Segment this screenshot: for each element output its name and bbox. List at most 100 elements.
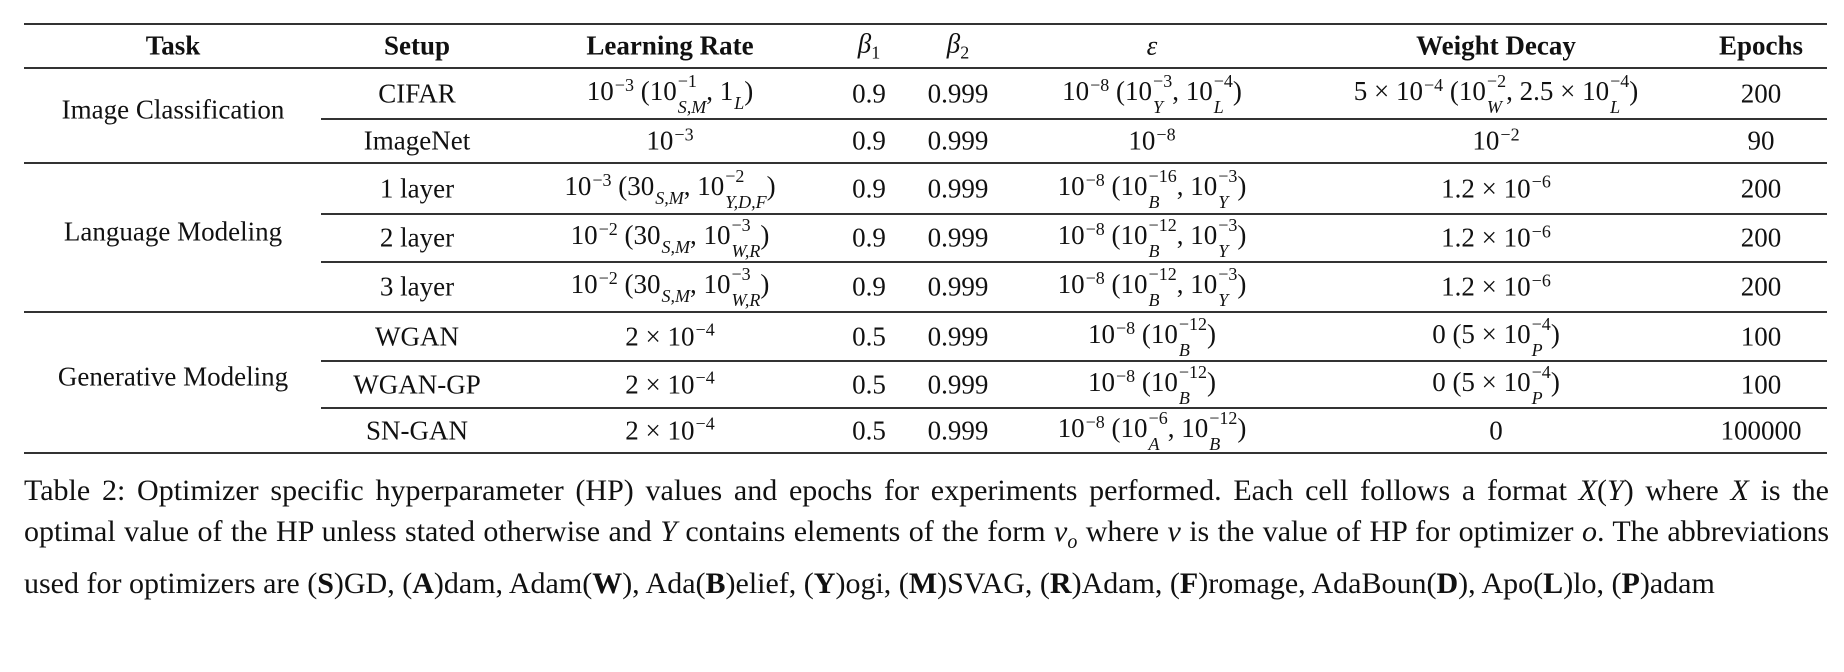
math-superscript: −4 [1424,74,1444,95]
caption-text: Table 2: Optimizer specific hyperparamet… [24,474,1579,507]
column-header: Weight Decay [1416,31,1576,62]
cell-text: 200 [1740,173,1782,203]
math-scripts: −3 [674,125,693,152]
epsilon-cell: 10 −8 (10 −12 B) [1088,363,1216,407]
weight-decay-cell: 1.2 × 10 −6 [1441,271,1551,303]
math-superscript: −3 [731,264,751,284]
beta2-cell: 0.999 [928,369,989,400]
caption-math: v [1054,515,1068,548]
caption-math: Y [660,515,677,548]
math-text: 5 × [1353,75,1397,106]
column-header: Epochs [1719,31,1803,62]
column-header: ε [1147,31,1158,62]
epsilon-cell: 10 −8 (10 −12 B, 10 −3 Y) [1058,265,1247,309]
epsilon-cell: 10 −8 (10 −6 A, 10 −12 B) [1057,409,1247,453]
math-scripts: −8 [1086,171,1105,198]
math-text: , [1172,75,1186,106]
header-label: β [946,28,961,59]
math-superscript: −12 [1178,361,1208,382]
beta2-cell: 0.999 [928,415,989,446]
math-subscript: Y,D,F [725,191,767,212]
math-text: ) [1629,75,1639,106]
math-base: 1 [719,75,734,106]
math-base: 10 [1057,170,1085,201]
math-subscript: B [1148,191,1160,212]
math-superscript: −12 [1178,313,1208,334]
math-base: 10 [1582,75,1610,106]
cell-text: 0.5 [852,321,886,351]
math-base: 10 [703,269,731,300]
math-superscript: −3 [1218,165,1238,186]
math-scripts: −3 W,R [732,265,761,309]
math-superscript: −8 [1115,317,1136,338]
caption-text: ), Ada( [622,567,706,600]
math-subscript: L [734,92,745,113]
learning-rate-cell: 2 × 10 −4 [625,415,714,446]
beta1-cell: 0.9 [852,126,886,157]
cell-text: 100000 [1720,415,1802,445]
cell-text: 0.999 [927,271,989,302]
math-scripts: −3 Y [1218,167,1237,211]
math-scripts: −3 Y [1153,72,1172,116]
beta2-cell: 0.999 [928,321,989,352]
page: { "table": { "headers": ["Task","Setup",… [0,0,1844,672]
cell-text: 0.9 [852,222,886,253]
math-text: ( [617,220,634,251]
math-scripts: −3 Y [1218,265,1237,309]
math-superscript: −3 [1218,215,1238,235]
math-text: ( [1135,366,1151,397]
math-base: 10 [1128,125,1156,156]
header-rule [24,67,1827,69]
cell-text: 0.999 [927,78,989,108]
math-base: 10 [1503,271,1531,302]
math-subscript: P [1531,387,1543,408]
beta1-cell: 0.5 [852,369,886,400]
optimizer-abbrev-letter: S [317,567,334,600]
math-subscript: B [1148,290,1160,310]
math-superscript: −12 [1148,215,1177,235]
epochs-cell: 100000 [1721,415,1802,446]
epsilon-cell: 10 −8 (10 −12 B, 10 −3 Y) [1058,216,1247,260]
beta1-cell: 0.9 [852,223,886,254]
math-base: 10 [1120,269,1148,300]
weight-decay-cell: 1.2 × 10 −6 [1441,221,1551,254]
optimizer-abbrev-letter: P [1621,567,1640,600]
math-base: 10 [649,75,677,106]
math-superscript: −2 [1486,70,1507,91]
math-text: ( [611,170,628,201]
math-superscript: −12 [1209,407,1238,428]
optimizer-abbrev-letter: M [908,567,938,600]
cell-text: 200 [1740,222,1782,253]
math-text: 2 × [625,321,668,351]
math-superscript: −8 [1115,365,1136,386]
math-text: ( [1104,170,1121,201]
cell-text: WGAN [375,321,459,351]
bottom-rule [24,452,1827,454]
math-scripts: −3 W,R [732,216,761,260]
math-base: 10 [1503,173,1531,203]
math-text: , [690,269,704,300]
math-text: , [1176,220,1191,251]
math-base: 10 [667,321,695,351]
math-text: ) [1232,75,1242,106]
math-scripts: −3 [615,76,634,103]
caption-text: contains elements of the form [676,515,1054,548]
setup-cell: ImageNet [364,126,470,157]
math-subscript: A [1148,433,1160,454]
math-text: ) [1550,318,1560,349]
math-superscript: −6 [1531,221,1551,242]
math-subscript: W,R [731,290,761,310]
math-base: 10 [1057,412,1085,443]
caption-text: )romage, AdaBoun( [1198,567,1437,600]
cell-text: 0.9 [852,173,886,203]
beta2-cell: 0.999 [928,173,989,204]
math-superscript: −3 [592,169,612,190]
math-subscript: L [1213,96,1224,117]
math-text: ) [760,269,770,300]
caption-text: )elief, ( [725,567,814,600]
math-subscript: B [1209,433,1221,454]
math-base: 30 [633,269,661,300]
math-text: , [706,75,720,106]
math-superscript: −12 [1148,264,1177,284]
optimizer-abbrev-letter: Y [813,567,836,600]
